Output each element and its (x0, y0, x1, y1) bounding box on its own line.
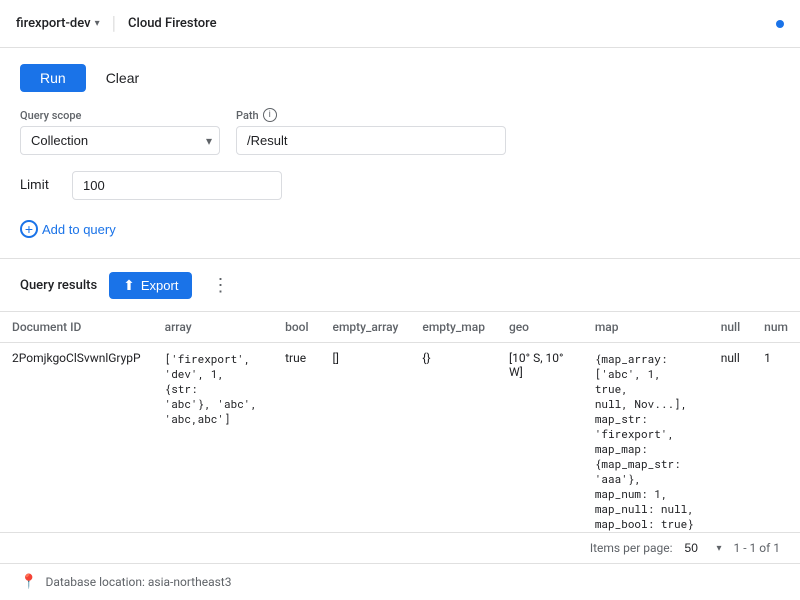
path-info-icon[interactable]: i (263, 108, 277, 122)
results-title: Query results (20, 278, 97, 293)
export-label: Export (141, 278, 179, 293)
header-separator: | (112, 13, 116, 34)
toolbar-row: Run Clear (20, 64, 780, 92)
project-name: firexport-dev (16, 16, 91, 31)
table-header-row: Document ID array bool empty_array empty… (0, 312, 800, 343)
path-group: Path i (236, 108, 506, 155)
items-per-page-label: Items per page: (590, 541, 673, 555)
col-map: map (583, 312, 709, 343)
table-row: 2PomjkgoClSvwnlGrypP ['firexport','dev',… (0, 343, 800, 533)
cell-geo: [10° S, 10° W] (497, 343, 583, 533)
items-per-page-wrapper: 10 25 50 100 ▾ (685, 541, 722, 555)
path-label: Path (236, 109, 259, 122)
add-icon: + (20, 220, 38, 238)
results-table-wrapper: Document ID array bool empty_array empty… (0, 312, 800, 532)
col-num: num (752, 312, 800, 343)
footer: 📍 Database location: asia-northeast3 (0, 563, 800, 600)
col-empty-array: empty_array (321, 312, 411, 343)
db-location-label: Database location: asia-northeast3 (45, 575, 231, 589)
project-chevron-icon: ▾ (95, 18, 100, 29)
limit-row: Limit (20, 171, 780, 200)
run-button[interactable]: Run (20, 64, 86, 92)
cell-map: {map_array:['abc', 1, true,null, Nov...]… (583, 343, 709, 533)
location-icon: 📍 (20, 574, 37, 590)
limit-input[interactable] (72, 171, 282, 200)
limit-label: Limit (20, 178, 60, 193)
cell-array: ['firexport','dev', 1, {str:'abc'}, 'abc… (153, 343, 274, 533)
pagination-range: 1 - 1 of 1 (734, 541, 780, 555)
cell-null: null (709, 343, 752, 533)
service-name: Cloud Firestore (128, 16, 217, 31)
pagination-row: Items per page: 10 25 50 100 ▾ 1 - 1 of … (0, 532, 800, 563)
export-icon: ⬆ (123, 277, 135, 294)
col-document-id: Document ID (0, 312, 153, 343)
more-options-button[interactable]: ⋮ (204, 269, 236, 301)
cell-bool: true (273, 343, 320, 533)
clear-button[interactable]: Clear (94, 64, 151, 92)
scope-path-row: Query scope Collection Collection group … (20, 108, 780, 155)
add-query-row: + Add to query (20, 216, 780, 242)
results-header: Query results ⬆ Export ⋮ (0, 259, 800, 312)
path-input[interactable] (236, 126, 506, 155)
query-panel: Run Clear Query scope Collection Collect… (0, 48, 800, 259)
query-scope-group: Query scope Collection Collection group … (20, 109, 220, 155)
query-scope-label: Query scope (20, 109, 220, 122)
col-geo: geo (497, 312, 583, 343)
results-table: Document ID array bool empty_array empty… (0, 312, 800, 532)
more-dots-icon: ⋮ (211, 275, 229, 296)
app-header: firexport-dev ▾ | Cloud Firestore (0, 0, 800, 48)
add-to-query-button[interactable]: + Add to query (20, 216, 116, 242)
col-array: array (153, 312, 274, 343)
col-null: null (709, 312, 752, 343)
cell-empty-array: [] (321, 343, 411, 533)
export-button[interactable]: ⬆ Export (109, 272, 192, 299)
project-selector[interactable]: firexport-dev ▾ (16, 16, 100, 31)
col-bool: bool (273, 312, 320, 343)
main-content: Run Clear Query scope Collection Collect… (0, 48, 800, 547)
cell-num: 1 (752, 343, 800, 533)
status-indicator (776, 20, 784, 28)
cell-document-id: 2PomjkgoClSvwnlGrypP (0, 343, 153, 533)
col-empty-map: empty_map (410, 312, 497, 343)
query-scope-select[interactable]: Collection Collection group (20, 126, 220, 155)
add-to-query-label: Add to query (42, 222, 116, 237)
items-per-page-select[interactable]: 10 25 50 100 (685, 541, 722, 555)
query-scope-wrapper: Collection Collection group ▾ (20, 126, 220, 155)
path-label-row: Path i (236, 108, 506, 122)
cell-empty-map: {} (410, 343, 497, 533)
results-section: Query results ⬆ Export ⋮ Document ID arr… (0, 259, 800, 563)
